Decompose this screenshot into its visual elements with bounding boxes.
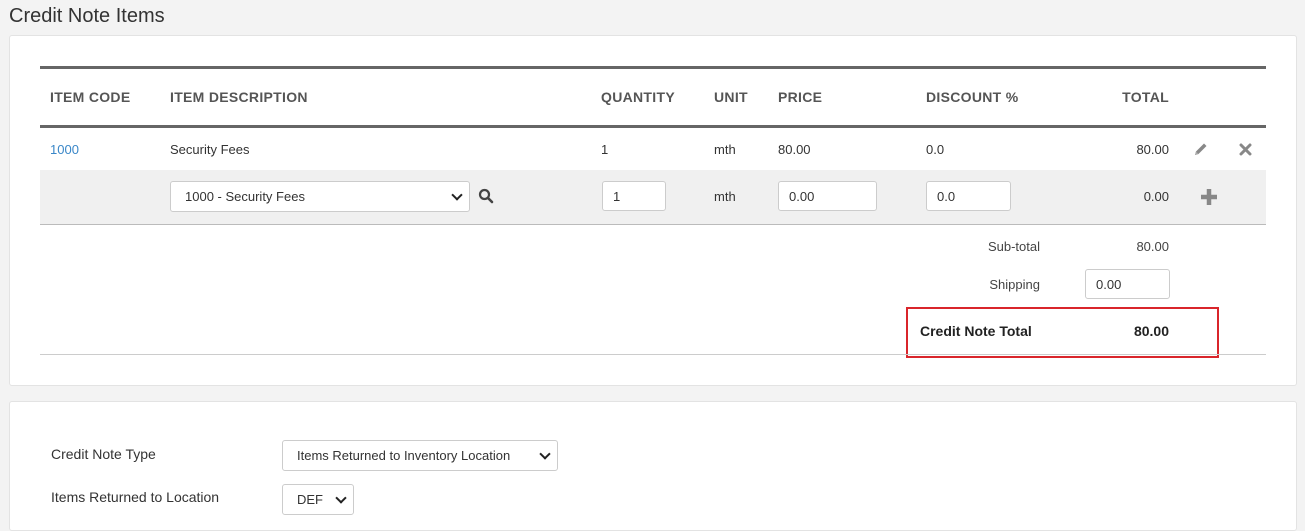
new-item-row: 1000 - Security Fees mth 0.00 [40, 170, 1266, 224]
table-header-rule [40, 125, 1266, 128]
delete-x-icon[interactable] [1239, 143, 1252, 161]
header-item-description: ITEM DESCRIPTION [170, 89, 308, 105]
table-bottom-rule [40, 224, 1266, 225]
summary-bottom-rule [40, 354, 1266, 355]
credit-note-total-box: Credit Note Total 80.00 [906, 307, 1219, 358]
chevron-down-icon [539, 448, 551, 460]
shipping-input[interactable] [1085, 269, 1170, 299]
header-quantity: QUANTITY [601, 89, 675, 105]
header-unit: UNIT [714, 89, 748, 105]
shipping-label: Shipping [989, 277, 1040, 292]
quantity-input[interactable] [602, 181, 666, 211]
item-select-value: 1000 - Security Fees [185, 189, 305, 204]
location-select[interactable]: DEF [282, 484, 354, 515]
table-top-rule [40, 66, 1266, 69]
discount-input[interactable] [926, 181, 1011, 211]
new-item-unit: mth [714, 189, 736, 204]
credit-note-type-select[interactable]: Items Returned to Inventory Location [282, 440, 558, 471]
page-title: Credit Note Items [9, 5, 165, 27]
search-icon[interactable] [478, 188, 494, 209]
credit-note-total-value: 80.00 [1133, 323, 1169, 339]
header-discount: DISCOUNT % [926, 89, 1019, 105]
item-price: 80.00 [778, 142, 811, 157]
subtotal-value: 80.00 [1136, 239, 1169, 254]
credit-note-type-panel: Credit Note Type Items Returned to Inven… [9, 401, 1297, 531]
credit-note-type-value: Items Returned to Inventory Location [297, 448, 511, 463]
location-value: DEF [297, 492, 323, 507]
subtotal-label: Sub-total [987, 239, 1040, 254]
credit-note-total-label: Credit Note Total [920, 323, 1032, 339]
header-item-code: ITEM CODE [50, 89, 131, 105]
item-discount: 0.0 [926, 142, 945, 157]
chevron-down-icon [451, 189, 463, 201]
item-select[interactable]: 1000 - Security Fees [170, 181, 470, 212]
item-code-link[interactable]: 1000 [50, 142, 79, 157]
item-total: 80.00 [1136, 142, 1169, 157]
header-total: TOTAL [1122, 89, 1169, 105]
credit-note-items-panel: ITEM CODE ITEM DESCRIPTION QUANTITY UNIT… [9, 35, 1297, 386]
price-input[interactable] [778, 181, 877, 211]
new-item-total: 0.00 [1143, 189, 1169, 204]
item-quantity: 1 [601, 142, 609, 157]
item-description: Security Fees [170, 142, 250, 157]
credit-note-type-label: Credit Note Type [51, 446, 156, 462]
header-price: PRICE [778, 89, 823, 105]
chevron-down-icon [335, 492, 347, 504]
plus-icon[interactable] [1199, 187, 1219, 212]
pencil-icon[interactable] [1193, 141, 1209, 162]
location-label: Items Returned to Location [51, 489, 220, 505]
item-unit: mth [714, 142, 736, 157]
